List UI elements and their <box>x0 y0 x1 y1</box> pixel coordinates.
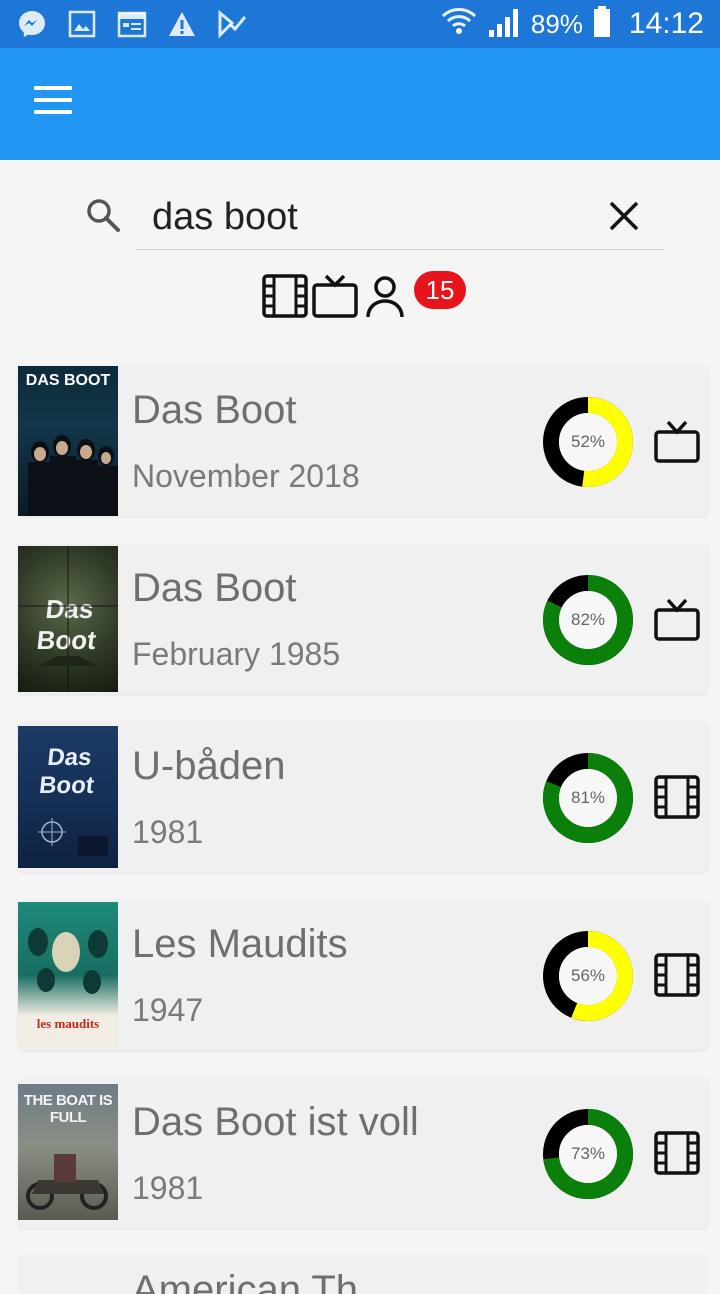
rating-donut: 73% <box>542 1108 634 1200</box>
messenger-icon <box>16 8 48 40</box>
search-bar <box>80 186 680 252</box>
poster-image: Das Boot <box>18 546 118 692</box>
result-card[interactable]: les maudits Les Maudits 1947 56% <box>18 900 708 1050</box>
result-date: 1981 <box>132 1170 204 1206</box>
result-title: Das Boot <box>132 388 297 432</box>
film-icon <box>262 274 308 318</box>
results-list: DAS BOOT Das Boot November 2018 52% Das … <box>18 366 708 1256</box>
result-card[interactable]: Das Boot U-båden 1981 81% <box>18 722 708 872</box>
result-title: Les Maudits <box>132 922 348 966</box>
tv-icon <box>312 274 358 318</box>
film-icon <box>654 774 700 820</box>
person-icon <box>366 276 404 318</box>
result-title: American Th <box>132 1268 359 1294</box>
app-bar <box>0 48 720 160</box>
status-bar: 89% 14:12 <box>0 0 720 48</box>
rating-label: 52% <box>570 432 606 451</box>
result-title: U-båden <box>132 744 286 788</box>
film-icon <box>654 1130 700 1176</box>
poster-text: les maudits <box>36 1016 100 1031</box>
filter-tv-button[interactable] <box>312 273 358 319</box>
media-type-filters: 15 <box>262 270 466 322</box>
filter-movies-button[interactable] <box>262 273 308 319</box>
hamburger-menu-button[interactable] <box>34 86 78 120</box>
result-card[interactable]: Das Boot Das Boot February 1985 82% <box>18 544 708 694</box>
result-title: Das Boot ist voll <box>132 1100 419 1144</box>
menu-icon <box>34 86 72 90</box>
result-date: 1947 <box>132 992 204 1028</box>
search-input[interactable] <box>136 186 664 250</box>
delivery-icon <box>216 8 248 40</box>
result-card[interactable]: THE BOAT IS FULL Das Boot ist voll 1981 … <box>18 1078 708 1228</box>
warning-icon <box>166 8 198 40</box>
result-card-partial[interactable]: American Th <box>18 1254 708 1294</box>
tv-icon <box>654 418 700 464</box>
poster-image: les maudits <box>18 902 118 1048</box>
poster-image: THE BOAT IS FULL <box>18 1084 118 1220</box>
result-date: 1981 <box>132 814 204 850</box>
clock: 14:12 <box>628 7 704 40</box>
image-icon <box>66 8 98 40</box>
result-date: November 2018 <box>132 458 360 494</box>
close-icon <box>609 201 639 231</box>
signal-icon <box>487 6 521 43</box>
battery-icon <box>593 5 611 43</box>
tv-icon <box>654 596 700 642</box>
rating-donut: 52% <box>542 396 634 488</box>
search-icon <box>84 196 124 240</box>
people-count-badge: 15 <box>414 271 466 309</box>
rating-label: 73% <box>570 1144 606 1163</box>
result-date: February 1985 <box>132 636 341 672</box>
rating-donut: 82% <box>542 574 634 666</box>
calendar-icon <box>116 8 148 40</box>
result-card[interactable]: DAS BOOT Das Boot November 2018 52% <box>18 366 708 516</box>
clear-search-button[interactable] <box>606 198 642 234</box>
poster-image: Das Boot <box>18 726 118 868</box>
filter-people-button[interactable] <box>362 273 408 319</box>
wifi-icon <box>441 5 477 44</box>
rating-label: 81% <box>570 788 606 807</box>
rating-label: 56% <box>570 966 606 985</box>
poster-image: DAS BOOT <box>18 366 118 516</box>
rating-label: 82% <box>570 610 606 629</box>
result-title: Das Boot <box>132 566 297 610</box>
rating-donut: 81% <box>542 752 634 844</box>
film-icon <box>654 952 700 998</box>
rating-donut: 56% <box>542 930 634 1022</box>
battery-percent: 89% <box>530 8 583 39</box>
